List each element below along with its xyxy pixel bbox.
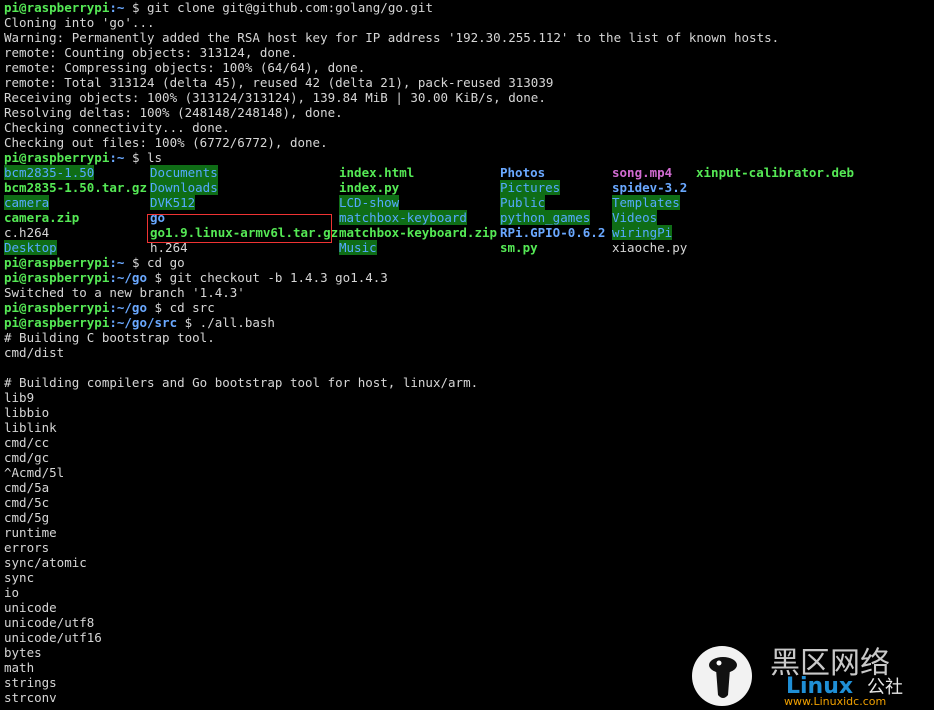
output-line: Cloning into 'go'...	[4, 15, 155, 30]
prompt-line: pi@raspberrypi:~/go $ git checkout -b 1.…	[4, 270, 930, 285]
output-line: cmd/5g	[4, 510, 50, 525]
ls-entry: LCD-show	[339, 195, 400, 210]
ls-row: bcm2835-1.50 Documents index.html Photos son…	[4, 165, 930, 180]
output-line: remote: Counting objects: 313124, done.	[4, 45, 298, 60]
ls-entry: Templates	[612, 195, 680, 210]
output-line: errors	[4, 540, 50, 555]
ls-row: c.h264 go1.9.linux-armv6l.tar.gz matchbox-…	[4, 225, 930, 240]
output-line: Receiving objects: 100% (313124/313124),…	[4, 90, 546, 105]
command-text: $ cd go	[124, 255, 185, 270]
prompt-line: pi@raspberrypi:~/go $ cd src	[4, 300, 930, 315]
output-line: cmd/gc	[4, 450, 50, 465]
ls-entry: go1.9.linux-armv6l.tar.gz	[150, 225, 339, 240]
output-line: Resolving deltas: 100% (248148/248148), …	[4, 105, 343, 120]
ls-entry: xiaoche.py	[612, 240, 688, 255]
prompt-user: pi@raspberrypi	[4, 150, 110, 165]
ls-entry: sm.py	[500, 240, 538, 255]
output-line: runtime	[4, 525, 57, 540]
ls-entry: matchbox-keyboard	[339, 210, 467, 225]
prompt-user: pi@raspberrypi	[4, 300, 110, 315]
watermark-url: www.Linuxidc.com	[784, 695, 886, 707]
ls-entry: Downloads	[150, 180, 218, 195]
ls-entry: bcm2835-1.50.tar.gz	[4, 180, 147, 195]
prompt-path: :~/go	[109, 270, 147, 285]
ls-entry: matchbox-keyboard.zip	[339, 225, 498, 240]
output-line: Checking out files: 100% (6772/6772), do…	[4, 135, 328, 150]
ls-entry: go	[150, 210, 166, 225]
prompt-path: :~/go/src	[109, 315, 178, 330]
prompt-line: pi@raspberrypi:~ $ ls	[4, 150, 930, 165]
command-text: $ git clone git@github.com:golang/go.git	[124, 0, 433, 15]
output-line: Warning: Permanently added the RSA host …	[4, 30, 780, 45]
prompt-line: pi@raspberrypi:~ $ cd go	[4, 255, 930, 270]
ls-entry: RPi.GPIO-0.6.2	[500, 225, 606, 240]
ls-entry: Music	[339, 240, 377, 255]
ls-entry: xinput-calibrator.deb	[696, 165, 855, 180]
output-line: # Building C bootstrap tool.	[4, 330, 215, 345]
tux-penguin-icon	[692, 646, 752, 706]
ls-entry: Pictures	[500, 180, 561, 195]
output-line: unicode/utf8	[4, 615, 95, 630]
prompt-user: pi@raspberrypi	[4, 270, 110, 285]
prompt-user: pi@raspberrypi	[4, 255, 110, 270]
output-line: ^Acmd/5l	[4, 465, 65, 480]
prompt-path: :~	[109, 255, 125, 270]
terminal-window[interactable]: pi@raspberrypi:~ $ git clone git@github.…	[4, 0, 930, 705]
ls-entry: h.264	[150, 240, 188, 255]
ls-entry: DVK512	[150, 195, 196, 210]
prompt-line: pi@raspberrypi:~ $ git clone git@github.…	[4, 0, 930, 15]
watermark: 黑区网络 Linux 公社 www.Linuxidc.com	[692, 643, 928, 708]
watermark-graphic: 黑区网络 Linux 公社 www.Linuxidc.com	[692, 646, 903, 708]
ls-entry: song.mp4	[612, 165, 673, 180]
ls-entry: Public	[500, 195, 546, 210]
ls-row: camera DVK512 LCD-show Public Templates	[4, 195, 930, 210]
ls-entry: camera	[4, 195, 50, 210]
ls-entry: c.h264	[4, 225, 50, 240]
ls-entry: index.html	[339, 165, 415, 180]
output-line: lib9	[4, 390, 35, 405]
ls-row: Desktop h.264 Music sm.py xiaoche.py	[4, 240, 930, 255]
output-line: liblink	[4, 420, 57, 435]
output-line: io	[4, 585, 20, 600]
prompt-user: pi@raspberrypi	[4, 0, 110, 15]
output-line: remote: Compressing objects: 100% (64/64…	[4, 60, 366, 75]
output-line: cmd/dist	[4, 345, 65, 360]
command-text: $ git checkout -b 1.4.3 go1.4.3	[147, 270, 388, 285]
output-line: sync	[4, 570, 35, 585]
output-line: unicode	[4, 600, 57, 615]
ls-entry: camera.zip	[4, 210, 80, 225]
command-text: $ ./all.bash	[177, 315, 275, 330]
ls-entry: Photos	[500, 165, 546, 180]
prompt-path: :~	[109, 150, 125, 165]
output-line: # Building compilers and Go bootstrap to…	[4, 375, 479, 390]
ls-row: bcm2835-1.50.tar.gz Downloads index.py Pict…	[4, 180, 930, 195]
ls-entry: Desktop	[4, 240, 57, 255]
ls-entry: Videos	[612, 210, 658, 225]
prompt-path: :~/go	[109, 300, 147, 315]
output-line: Checking connectivity... done.	[4, 120, 230, 135]
ls-entry: python_games	[500, 210, 591, 225]
ls-row: camera.zip go matchbox-keyboard python_game…	[4, 210, 930, 225]
prompt-line: pi@raspberrypi:~/go/src $ ./all.bash	[4, 315, 930, 330]
ls-entry: index.py	[339, 180, 400, 195]
output-line: cmd/5c	[4, 495, 50, 510]
output-line: sync/atomic	[4, 555, 87, 570]
ls-entry: bcm2835-1.50	[4, 165, 95, 180]
ls-entry: spidev-3.2	[612, 180, 688, 195]
output-line: Switched to a new branch '1.4.3'	[4, 285, 245, 300]
ls-listing: bcm2835-1.50 Documents index.html Photos son…	[4, 165, 930, 255]
command-text: $ ls	[124, 150, 163, 165]
prompt-path: :~	[109, 0, 125, 15]
ls-entry: Documents	[150, 165, 218, 180]
output-line: remote: Total 313124 (delta 45), reused …	[4, 75, 554, 90]
output-line: cmd/cc	[4, 435, 50, 450]
ls-entry: wiringPi	[612, 225, 673, 240]
output-line: libbio	[4, 405, 50, 420]
prompt-user: pi@raspberrypi	[4, 315, 110, 330]
output-line: cmd/5a	[4, 480, 50, 495]
command-text: $ cd src	[147, 300, 215, 315]
